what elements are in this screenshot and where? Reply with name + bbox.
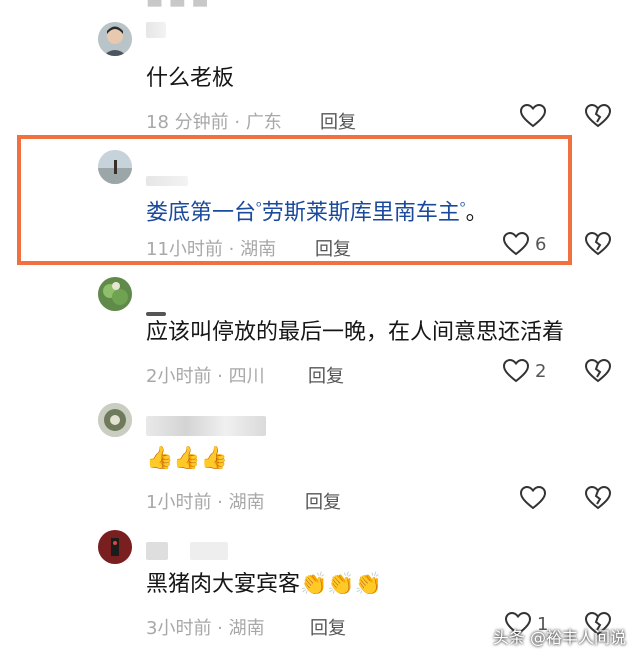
- like-button[interactable]: [520, 104, 552, 128]
- avatar[interactable]: [98, 277, 132, 311]
- comment-text: 应该叫停放的最后一晚，在人间意思还活着: [146, 320, 565, 345]
- comment-text: 黑猪肉大宴宾客👏👏👏: [146, 572, 383, 597]
- dislike-button[interactable]: [585, 486, 611, 510]
- comment-time: 18 分钟前: [146, 112, 229, 133]
- comment-location: 湖南: [240, 239, 277, 260]
- previous-comment-meta-cut: ▬ ▬ ▬: [146, 0, 209, 13]
- heart-icon: [503, 359, 529, 383]
- avatar[interactable]: [98, 403, 132, 437]
- username-blurred: [190, 542, 228, 560]
- comment-location: 湖南: [228, 492, 265, 513]
- reply-button[interactable]: 回复: [310, 614, 346, 640]
- heart-icon: [520, 486, 546, 510]
- avatar[interactable]: [98, 22, 132, 56]
- like-button[interactable]: 6: [503, 232, 546, 256]
- comment-text: 什么老板: [146, 66, 235, 91]
- username-blurred: [146, 542, 168, 560]
- comment-time: 1小时前: [146, 492, 212, 513]
- username-blurred: [146, 22, 166, 38]
- comment-meta: 3小时前 · 湖南: [146, 618, 265, 639]
- username-blurred: [146, 176, 188, 186]
- comment-location: 湖南: [228, 618, 265, 639]
- like-button[interactable]: [520, 486, 552, 510]
- watermark: 头条 @裕丰人间说: [492, 628, 626, 647]
- avatar[interactable]: [98, 150, 132, 184]
- reply-button[interactable]: 回复: [315, 235, 351, 261]
- username-blurred: [146, 312, 166, 316]
- reply-button[interactable]: 回复: [305, 488, 341, 514]
- comment-meta: 11小时前 · 湖南: [146, 239, 277, 260]
- broken-heart-icon: [585, 104, 611, 128]
- comment-meta: 2小时前 · 四川: [146, 366, 265, 387]
- search-link[interactable]: 劳斯莱斯库里南车主: [262, 200, 460, 225]
- dislike-button[interactable]: [585, 232, 611, 256]
- broken-heart-icon: [585, 486, 611, 510]
- like-count: 2: [535, 360, 547, 382]
- like-button[interactable]: 2: [503, 359, 546, 383]
- reply-button[interactable]: 回复: [320, 108, 356, 134]
- broken-heart-icon: [585, 359, 611, 383]
- heart-icon: [520, 104, 546, 128]
- comment-time: 3小时前: [146, 618, 212, 639]
- username-blurred: [146, 416, 266, 436]
- comment-meta: 18 分钟前 · 广东: [146, 112, 282, 133]
- dislike-button[interactable]: [585, 104, 611, 128]
- comment-location: 四川: [228, 366, 265, 387]
- comment-text: 👍👍👍: [146, 446, 229, 471]
- avatar[interactable]: [98, 530, 132, 564]
- comment-text: 娄底第一台ᵒ劳斯莱斯库里南车主ᵒ。: [146, 199, 488, 226]
- reply-button[interactable]: 回复: [308, 362, 344, 388]
- heart-icon: [503, 232, 529, 256]
- broken-heart-icon: [585, 232, 611, 256]
- comment-location: 广东: [245, 112, 282, 133]
- comment-time: 2小时前: [146, 366, 212, 387]
- comment-meta: 1小时前 · 湖南: [146, 492, 265, 513]
- like-count: 6: [535, 233, 547, 255]
- dislike-button[interactable]: [585, 359, 611, 383]
- search-link[interactable]: 娄底第一台: [146, 200, 256, 225]
- comment-time: 11小时前: [146, 239, 223, 260]
